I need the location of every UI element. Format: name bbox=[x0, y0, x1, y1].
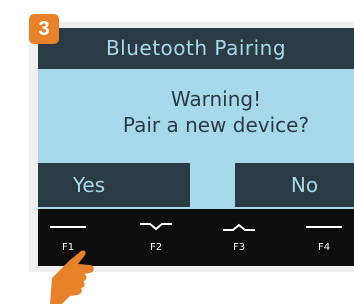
no-softkey[interactable]: No bbox=[235, 163, 354, 207]
f4-key[interactable]: F4 bbox=[294, 209, 354, 266]
yes-softkey[interactable]: Yes bbox=[38, 163, 190, 207]
chevron-up-icon bbox=[223, 223, 255, 231]
f4-label: F4 bbox=[317, 242, 331, 253]
screen-title: Bluetooth Pairing bbox=[38, 28, 354, 69]
warning-question: Pair a new device? bbox=[122, 113, 310, 137]
f2-key[interactable]: F2 bbox=[126, 209, 186, 266]
pointing-hand-icon bbox=[50, 250, 94, 304]
step-number-badge: 3 bbox=[29, 14, 59, 44]
f3-key[interactable]: F3 bbox=[209, 209, 269, 266]
warning-message: Warning! Pair a new device? bbox=[38, 69, 354, 163]
chevron-down-icon bbox=[140, 223, 172, 231]
line-icon bbox=[306, 226, 342, 228]
warning-heading: Warning! bbox=[170, 87, 262, 111]
device-screen: Bluetooth Pairing Warning! Pair a new de… bbox=[38, 28, 354, 266]
f2-label: F2 bbox=[149, 242, 163, 253]
f3-label: F3 bbox=[232, 242, 246, 253]
line-icon bbox=[50, 226, 86, 228]
